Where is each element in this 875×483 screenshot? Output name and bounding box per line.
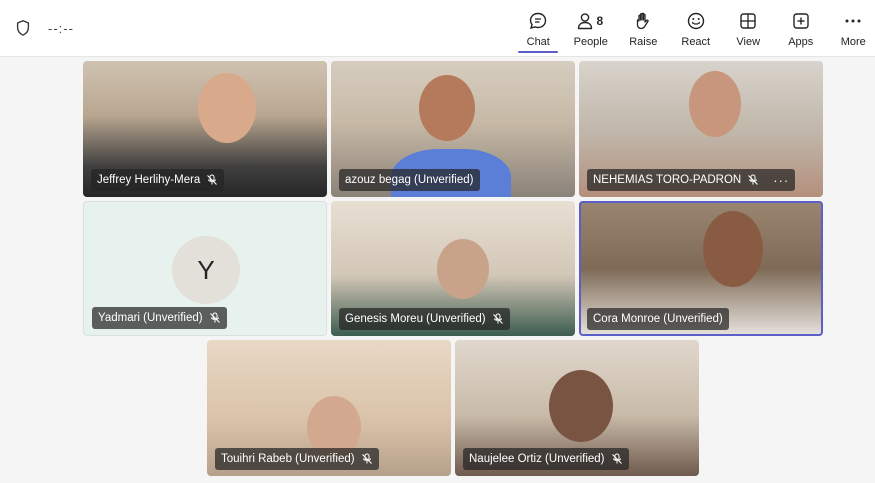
- participant-name: NEHEMIAS TORO-PADRON: [593, 174, 742, 186]
- participant-name-tag: Yadmari (Unverified): [92, 307, 227, 329]
- avatar-initial: Y: [197, 254, 215, 285]
- video-tile-naujelee[interactable]: Naujelee Ortiz (Unverified): [455, 340, 699, 476]
- avatar: Y: [172, 236, 240, 304]
- mic-off-icon: [748, 174, 759, 185]
- mic-off-icon: [492, 313, 503, 324]
- video-tile-yadmari[interactable]: Y Yadmari (Unverified): [83, 201, 327, 336]
- mic-off-icon: [209, 312, 220, 323]
- video-tile-jeffrey[interactable]: Jeffrey Herlihy-Mera: [83, 61, 327, 197]
- people-icon: [577, 13, 592, 30]
- participant-name-tag: azouz begag (Unverified): [339, 169, 480, 191]
- tile-more-options[interactable]: ···: [773, 173, 789, 188]
- participant-name: Jeffrey Herlihy-Mera: [97, 174, 201, 186]
- video-tile-touihri[interactable]: Touihri Rabeb (Unverified): [207, 340, 451, 476]
- mic-off-icon: [611, 453, 622, 464]
- people-button[interactable]: 8 People: [565, 0, 618, 57]
- participant-name: Naujelee Ortiz (Unverified): [469, 453, 605, 465]
- chat-label: Chat: [526, 36, 550, 48]
- participant-name-tag: Touihri Rabeb (Unverified): [215, 448, 379, 470]
- participant-name-tag: Genesis Moreu (Unverified): [339, 308, 510, 330]
- raise-hand-button[interactable]: Raise: [617, 0, 670, 57]
- hand-icon: [637, 12, 649, 30]
- participant-name: Genesis Moreu (Unverified): [345, 313, 486, 325]
- smiley-icon: [687, 12, 704, 30]
- raise-label: Raise: [629, 36, 658, 48]
- participant-name-tag: Cora Monroe (Unverified): [587, 308, 729, 330]
- mic-off-icon: [207, 174, 218, 185]
- view-button[interactable]: View: [722, 0, 775, 57]
- more-button[interactable]: More: [827, 0, 875, 57]
- people-count: 8: [596, 14, 604, 28]
- participant-video: [703, 211, 763, 287]
- video-tile-cora[interactable]: Cora Monroe (Unverified): [579, 201, 823, 336]
- apps-label: Apps: [788, 36, 814, 48]
- video-tile-nehemias[interactable]: NEHEMIAS TORO-PADRON ···: [579, 61, 823, 197]
- shield-icon: [16, 20, 30, 36]
- mic-off-icon: [361, 453, 372, 464]
- chat-button[interactable]: Chat: [512, 0, 565, 57]
- grid-view-icon: [740, 13, 756, 29]
- participant-name-tag: Jeffrey Herlihy-Mera: [91, 169, 225, 191]
- participant-video: [549, 370, 613, 442]
- chat-icon: [530, 12, 547, 30]
- participant-name: Yadmari (Unverified): [98, 312, 203, 324]
- more-icon: [845, 19, 861, 23]
- participant-name: Touihri Rabeb (Unverified): [221, 453, 355, 465]
- participant-name-tag: NEHEMIAS TORO-PADRON ···: [587, 169, 796, 191]
- meeting-toolbar: --:-- Chat 8 People Raise React View App…: [0, 0, 875, 57]
- add-app-icon: [793, 13, 809, 29]
- participant-name-tag: Naujelee Ortiz (Unverified): [463, 448, 629, 470]
- more-label: More: [840, 36, 866, 48]
- video-tile-azouz[interactable]: azouz begag (Unverified): [331, 61, 575, 197]
- meeting-timer: --:--: [48, 21, 74, 36]
- participant-video: [198, 73, 256, 143]
- react-button[interactable]: React: [670, 0, 723, 57]
- view-label: View: [736, 36, 761, 48]
- react-label: React: [681, 36, 711, 48]
- participant-video: [419, 75, 475, 141]
- participant-video: [437, 239, 489, 299]
- participant-name: Cora Monroe (Unverified): [593, 313, 723, 325]
- people-label: People: [573, 36, 608, 48]
- video-tile-genesis[interactable]: Genesis Moreu (Unverified): [331, 201, 575, 336]
- apps-button[interactable]: Apps: [775, 0, 828, 57]
- participant-video: [689, 71, 741, 137]
- toolbar-actions: Chat 8 People Raise React View Apps More: [512, 0, 875, 57]
- participant-name: azouz begag (Unverified): [345, 174, 474, 186]
